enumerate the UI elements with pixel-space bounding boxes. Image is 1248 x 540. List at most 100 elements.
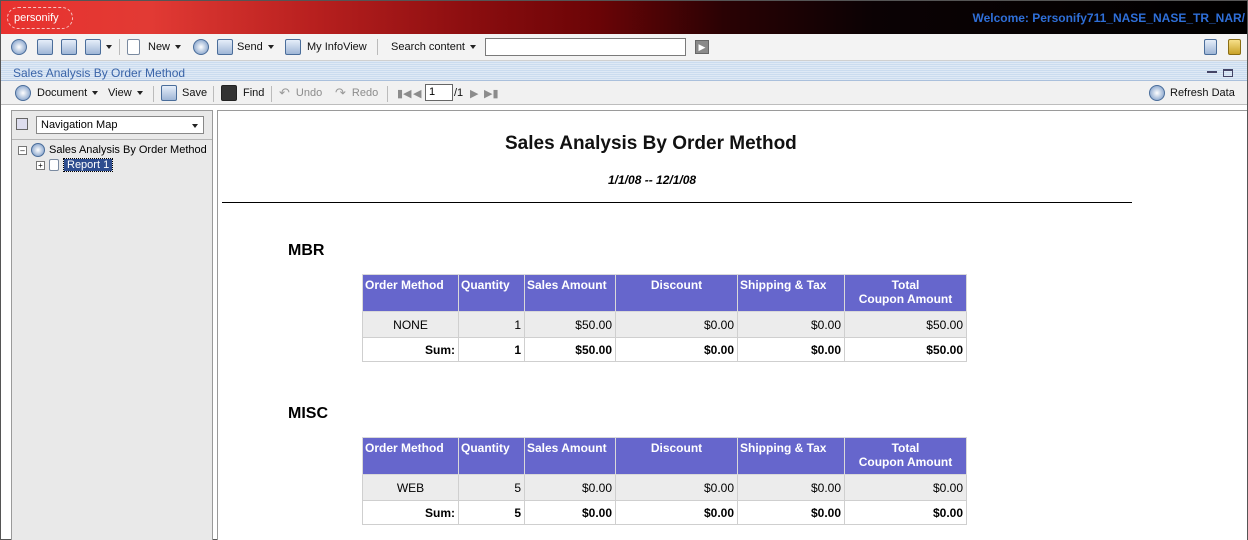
logout-button[interactable] [1228, 38, 1241, 56]
navigation-view-select[interactable]: Navigation Map [36, 116, 204, 134]
tree-root-node[interactable]: – Sales Analysis By Order Method [18, 143, 207, 157]
first-page-button[interactable]: ▮◀ [397, 84, 412, 102]
search-label: Search content [391, 41, 465, 53]
first-page-icon: ▮◀ [397, 87, 412, 100]
open-menu-button[interactable] [85, 38, 112, 56]
chevron-down-icon [106, 45, 112, 49]
header-total-line2: Coupon Amount [858, 455, 953, 469]
page-total: /1 [454, 87, 464, 99]
table-row: WEB 5 $0.00 $0.00 $0.00 $0.00 [362, 474, 967, 501]
previous-page-button[interactable]: ◀ [413, 84, 421, 102]
refresh-icon [1149, 85, 1165, 101]
send-icon [217, 39, 233, 55]
undo-button[interactable]: ↶ Undo [279, 84, 322, 102]
my-infoview-label: My InfoView [307, 41, 367, 53]
header-total-coupon: Total Coupon Amount [844, 274, 967, 312]
find-label: Find [243, 87, 265, 99]
chevron-down-icon [136, 91, 143, 95]
view-menu-label: View [108, 87, 132, 99]
send-label: Send [237, 41, 263, 53]
last-page-button[interactable]: ▶▮ [484, 84, 499, 102]
cell-order-method: NONE [362, 311, 459, 338]
document-menu-icon [15, 85, 31, 101]
page-number-input[interactable]: 1 [425, 84, 453, 101]
cell-sum-label: Sum: [362, 337, 459, 362]
document-list-icon [61, 39, 77, 55]
header-total-line1: Total [891, 278, 920, 292]
tree-report-label: Report 1 [62, 158, 114, 172]
document-menu[interactable]: Document [15, 84, 99, 102]
cell-discount: $0.00 [615, 474, 738, 501]
chevron-down-icon [267, 45, 274, 49]
refresh-data-button[interactable]: Refresh Data [1149, 84, 1235, 102]
cell-sales-amount: $50.00 [524, 311, 616, 338]
toolbar-divider [387, 86, 388, 102]
section-title-misc: MISC [288, 405, 328, 422]
next-page-button[interactable]: ▶ [470, 84, 478, 102]
redo-label: Redo [351, 87, 379, 99]
maximize-icon[interactable] [1223, 69, 1233, 77]
report-document-icon [31, 143, 45, 157]
document-title: Sales Analysis By Order Method [13, 66, 186, 80]
table-header-row: Order Method Quantity Sales Amount Disco… [362, 437, 967, 475]
toolbar-divider [271, 86, 272, 102]
cell-order-method: WEB [362, 474, 459, 501]
panel-toggle-icon[interactable] [16, 118, 28, 130]
toolbar-divider [377, 39, 378, 55]
undo-label: Undo [295, 87, 323, 99]
document-title-bar: Sales Analysis By Order Method [1, 61, 1247, 81]
navigation-panel: Navigation Map – Sales Analysis By Order… [11, 110, 213, 540]
toolbar-divider [153, 86, 154, 102]
home-button[interactable] [37, 38, 53, 56]
previous-page-icon: ◀ [413, 87, 422, 100]
panel-divider [12, 139, 212, 140]
cell-shipping-tax: $0.00 [737, 311, 845, 338]
app-banner: personify Welcome: Personify711_NASE_NAS… [1, 1, 1247, 34]
new-button[interactable]: New [127, 38, 182, 56]
report-title: Sales Analysis By Order Method [505, 133, 797, 154]
cell-shipping-tax: $0.00 [737, 474, 845, 501]
save-icon [161, 85, 177, 101]
minimize-icon[interactable] [1207, 71, 1217, 77]
expand-icon[interactable]: + [36, 160, 45, 170]
send-button[interactable]: Send [217, 38, 274, 56]
preferences-button[interactable] [11, 38, 27, 56]
table-sum-row: Sum: 1 $50.00 $0.00 $0.00 $50.00 [362, 337, 967, 362]
header-total-line1: Total [891, 441, 920, 455]
report-page-icon [49, 159, 59, 171]
document-menu-label: Document [37, 87, 88, 99]
search-scope-dropdown[interactable]: Search content [391, 38, 476, 56]
lock-icon [1228, 39, 1241, 55]
header-shipping-tax: Shipping & Tax [737, 274, 845, 312]
find-button[interactable]: Find [221, 84, 264, 102]
collapse-icon[interactable]: – [18, 145, 27, 155]
main-toolbar: New Send My InfoView Search content ▶ [1, 34, 1247, 61]
infoview-icon [285, 39, 301, 55]
cell-sum-quantity: 5 [458, 500, 525, 525]
save-button[interactable]: Save [161, 84, 207, 102]
save-label: Save [182, 87, 208, 99]
cell-discount: $0.00 [615, 311, 738, 338]
view-menu[interactable]: View [108, 84, 143, 102]
refresh-list-button[interactable] [193, 38, 209, 56]
section-title-mbr: MBR [288, 242, 325, 259]
search-go-button[interactable]: ▶ [695, 40, 709, 54]
new-document-icon [127, 39, 140, 55]
search-input[interactable] [485, 38, 686, 56]
home-icon [37, 39, 53, 55]
table-sum-row: Sum: 5 $0.00 $0.00 $0.00 $0.00 [362, 500, 967, 525]
cell-sum-label: Sum: [362, 500, 459, 525]
redo-button[interactable]: ↷ Redo [335, 84, 378, 102]
document-list-button[interactable] [61, 38, 77, 56]
next-page-icon: ▶ [470, 87, 479, 100]
tree-report-node[interactable]: + Report 1 [36, 158, 114, 172]
header-quantity: Quantity [458, 437, 525, 475]
my-infoview-button[interactable]: My InfoView [285, 38, 367, 56]
toolbar-divider [119, 39, 120, 55]
preferences-icon [11, 39, 27, 55]
cell-sum-total: $0.00 [844, 500, 967, 525]
table-header-row: Order Method Quantity Sales Amount Disco… [362, 274, 967, 312]
header-shipping-tax: Shipping & Tax [737, 437, 845, 475]
help-button[interactable] [1204, 38, 1217, 56]
header-sales-amount: Sales Amount [524, 274, 616, 312]
